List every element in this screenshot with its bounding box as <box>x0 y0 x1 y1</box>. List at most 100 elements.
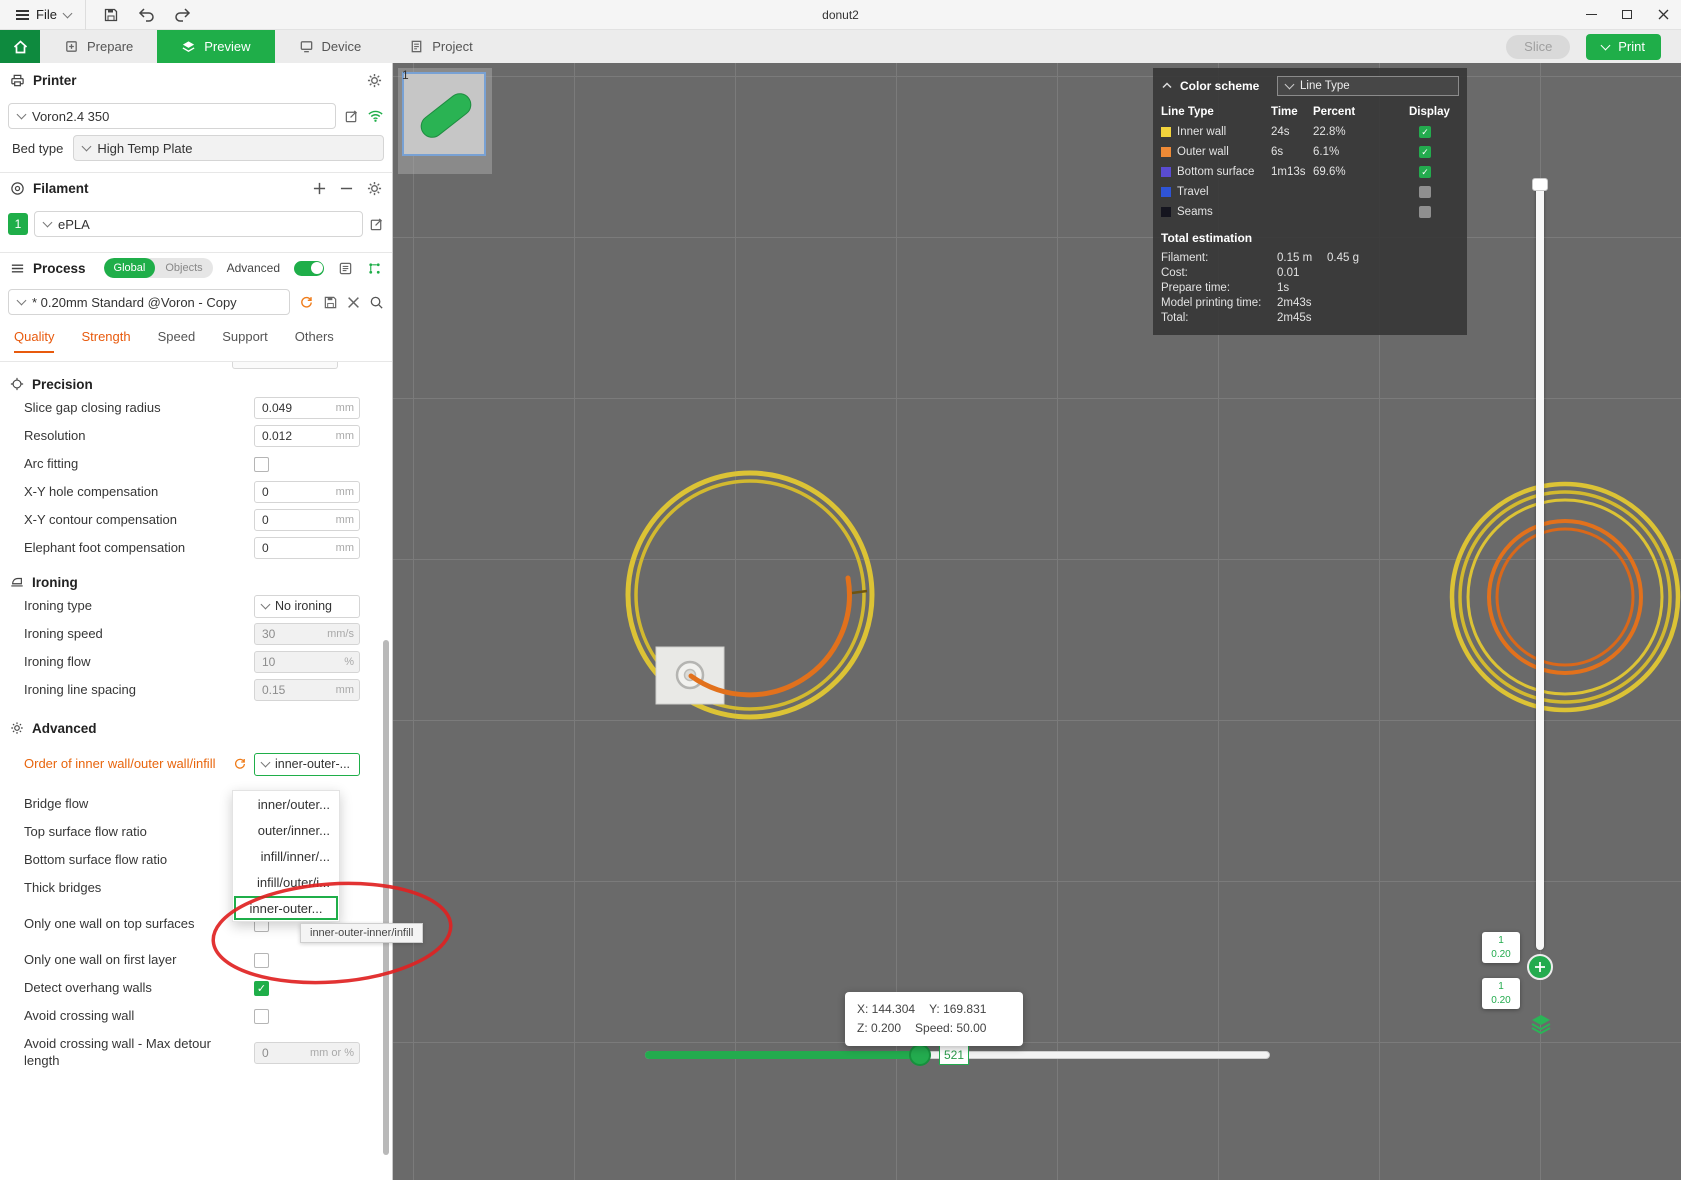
objects-columns-icon[interactable] <box>367 261 382 276</box>
tab-preview[interactable]: Preview <box>157 30 274 63</box>
order-dropdown-option[interactable]: outer/inner... <box>233 817 339 843</box>
display-checkbox[interactable] <box>1419 206 1431 218</box>
file-menu-label: File <box>36 7 57 22</box>
tab-others[interactable]: Others <box>295 329 334 353</box>
display-checkbox[interactable] <box>1419 126 1431 138</box>
maximize-button[interactable] <box>1609 0 1645 30</box>
setting-label: Elephant foot compensation <box>24 540 254 557</box>
layer-number: 1 <box>1482 934 1520 948</box>
slice-button[interactable]: Slice <box>1506 35 1570 59</box>
total-estimation-title: Total estimation <box>1153 222 1467 250</box>
minimize-button[interactable] <box>1573 0 1609 30</box>
filament-slot-badge[interactable]: 1 <box>8 213 28 235</box>
avoid-crossing-wall-checkbox[interactable] <box>254 1009 269 1024</box>
order-of-walls-select[interactable]: inner-outer-... <box>254 753 360 776</box>
process-section-title: Process <box>33 261 86 276</box>
tab-prepare-label: Prepare <box>87 39 133 54</box>
sidebar-scrollbar[interactable] <box>383 640 389 1155</box>
legend-row: Seams <box>1153 202 1467 222</box>
bed-type-select[interactable]: High Temp Plate <box>73 135 384 161</box>
tab-project[interactable]: Project <box>385 30 496 63</box>
legend-row: Outer wall 6s 6.1% <box>1153 142 1467 162</box>
reset-value-icon[interactable] <box>233 757 247 771</box>
color-scheme-panel: Color scheme Line Type Line Type Time Pe… <box>1153 68 1467 335</box>
move-slider-fill <box>645 1051 921 1059</box>
home-button[interactable] <box>0 30 40 63</box>
filament-select[interactable]: ePLA <box>34 211 363 237</box>
file-menu[interactable]: File <box>10 0 86 30</box>
toolpath-info-tooltip: X: 144.304 Y: 169.831 Z: 0.200 Speed: 50… <box>845 992 1023 1046</box>
setting-label: X-Y hole compensation <box>24 484 254 501</box>
printer-section-header: Printer <box>0 63 392 97</box>
setting-row: Detect overhang walls <box>0 974 392 1002</box>
move-slider-handle[interactable] <box>909 1044 931 1066</box>
tab-prepare[interactable]: Prepare <box>40 30 157 63</box>
order-dropdown-option-highlighted[interactable]: inner-outer... <box>234 896 338 920</box>
process-scope-global[interactable]: Global <box>104 258 156 278</box>
filament-icon <box>10 181 25 196</box>
donut-object <box>628 473 872 717</box>
unit-label: mm <box>336 514 354 526</box>
tab-speed[interactable]: Speed <box>158 329 196 353</box>
order-of-walls-label: Order of inner wall/outer wall/infill <box>24 756 233 773</box>
process-preset-select[interactable]: * 0.20mm Standard @Voron - Copy <box>8 289 290 315</box>
edit-printer-icon[interactable] <box>344 109 359 124</box>
preview-viewport[interactable]: 1 Color scheme Line Type Line Type Time … <box>393 63 1681 1180</box>
ironing-type-value: No ironing <box>275 599 332 613</box>
undo-icon[interactable] <box>136 4 158 26</box>
printer-select[interactable]: Voron2.4 350 <box>8 103 336 129</box>
remove-filament-icon[interactable] <box>340 182 353 195</box>
save-icon[interactable] <box>100 4 122 26</box>
setting-label: Top surface flow ratio <box>24 824 254 841</box>
order-dropdown-option[interactable]: infill/inner/... <box>233 843 339 869</box>
advanced-mode-toggle[interactable] <box>294 261 324 276</box>
delete-preset-icon[interactable] <box>347 296 360 309</box>
settings-scroll-area: Precision Slice gap closing radius 0.049… <box>0 361 392 1180</box>
print-button[interactable]: Print <box>1586 34 1661 60</box>
printer-settings-gear-icon[interactable] <box>367 73 382 88</box>
tab-strength[interactable]: Strength <box>81 329 130 353</box>
collapse-panel-icon[interactable] <box>1161 80 1173 92</box>
ironing-type-select[interactable]: No ironing <box>254 595 360 618</box>
tab-support[interactable]: Support <box>222 329 268 353</box>
wifi-icon[interactable] <box>367 109 384 123</box>
save-preset-icon[interactable] <box>323 295 338 310</box>
tab-quality[interactable]: Quality <box>14 329 54 353</box>
col-line-type: Line Type <box>1161 106 1271 118</box>
display-checkbox[interactable] <box>1419 146 1431 158</box>
project-icon <box>409 39 424 54</box>
layers-view-button[interactable] <box>1529 1012 1553 1036</box>
only-one-wall-first-layer-checkbox[interactable] <box>254 953 269 968</box>
view-mode-select[interactable]: Line Type <box>1277 76 1459 96</box>
display-checkbox[interactable] <box>1419 186 1431 198</box>
reset-preset-icon[interactable] <box>299 295 314 310</box>
unit-label: mm <box>336 430 354 442</box>
layer-slider-track[interactable] <box>1536 180 1544 950</box>
setting-row: Avoid crossing wall <box>0 1002 392 1030</box>
edit-filament-icon[interactable] <box>369 217 384 232</box>
search-icon[interactable] <box>369 295 384 310</box>
tab-device-label: Device <box>322 39 362 54</box>
redo-icon[interactable] <box>172 4 194 26</box>
layer-slider-handle[interactable] <box>1532 178 1548 191</box>
print-dropdown-chevron-icon[interactable] <box>1601 40 1611 50</box>
setting-row: Order of inner wall/outer wall/infill in… <box>0 738 392 790</box>
setting-row: Ironing type No ironing <box>0 592 392 620</box>
layers-icon <box>1529 1012 1553 1036</box>
detect-overhang-walls-checkbox[interactable] <box>254 981 269 996</box>
add-pause-button[interactable] <box>1527 954 1553 980</box>
filament-settings-gear-icon[interactable] <box>367 181 382 196</box>
arc-fitting-checkbox[interactable] <box>254 457 269 472</box>
order-dropdown-option[interactable]: inner/outer... <box>233 791 339 817</box>
plate-list: 1 <box>398 68 492 174</box>
tab-device[interactable]: Device <box>275 30 386 63</box>
maximize-icon <box>1622 10 1632 19</box>
order-dropdown-option[interactable]: infill/outer/i... <box>233 869 339 895</box>
col-time: Time <box>1271 106 1313 118</box>
display-checkbox[interactable] <box>1419 166 1431 178</box>
add-filament-icon[interactable] <box>313 182 326 195</box>
close-button[interactable] <box>1645 0 1681 30</box>
plate-thumbnail[interactable] <box>402 72 486 156</box>
preset-list-icon[interactable] <box>338 261 353 276</box>
process-scope-objects[interactable]: Objects <box>155 258 212 278</box>
